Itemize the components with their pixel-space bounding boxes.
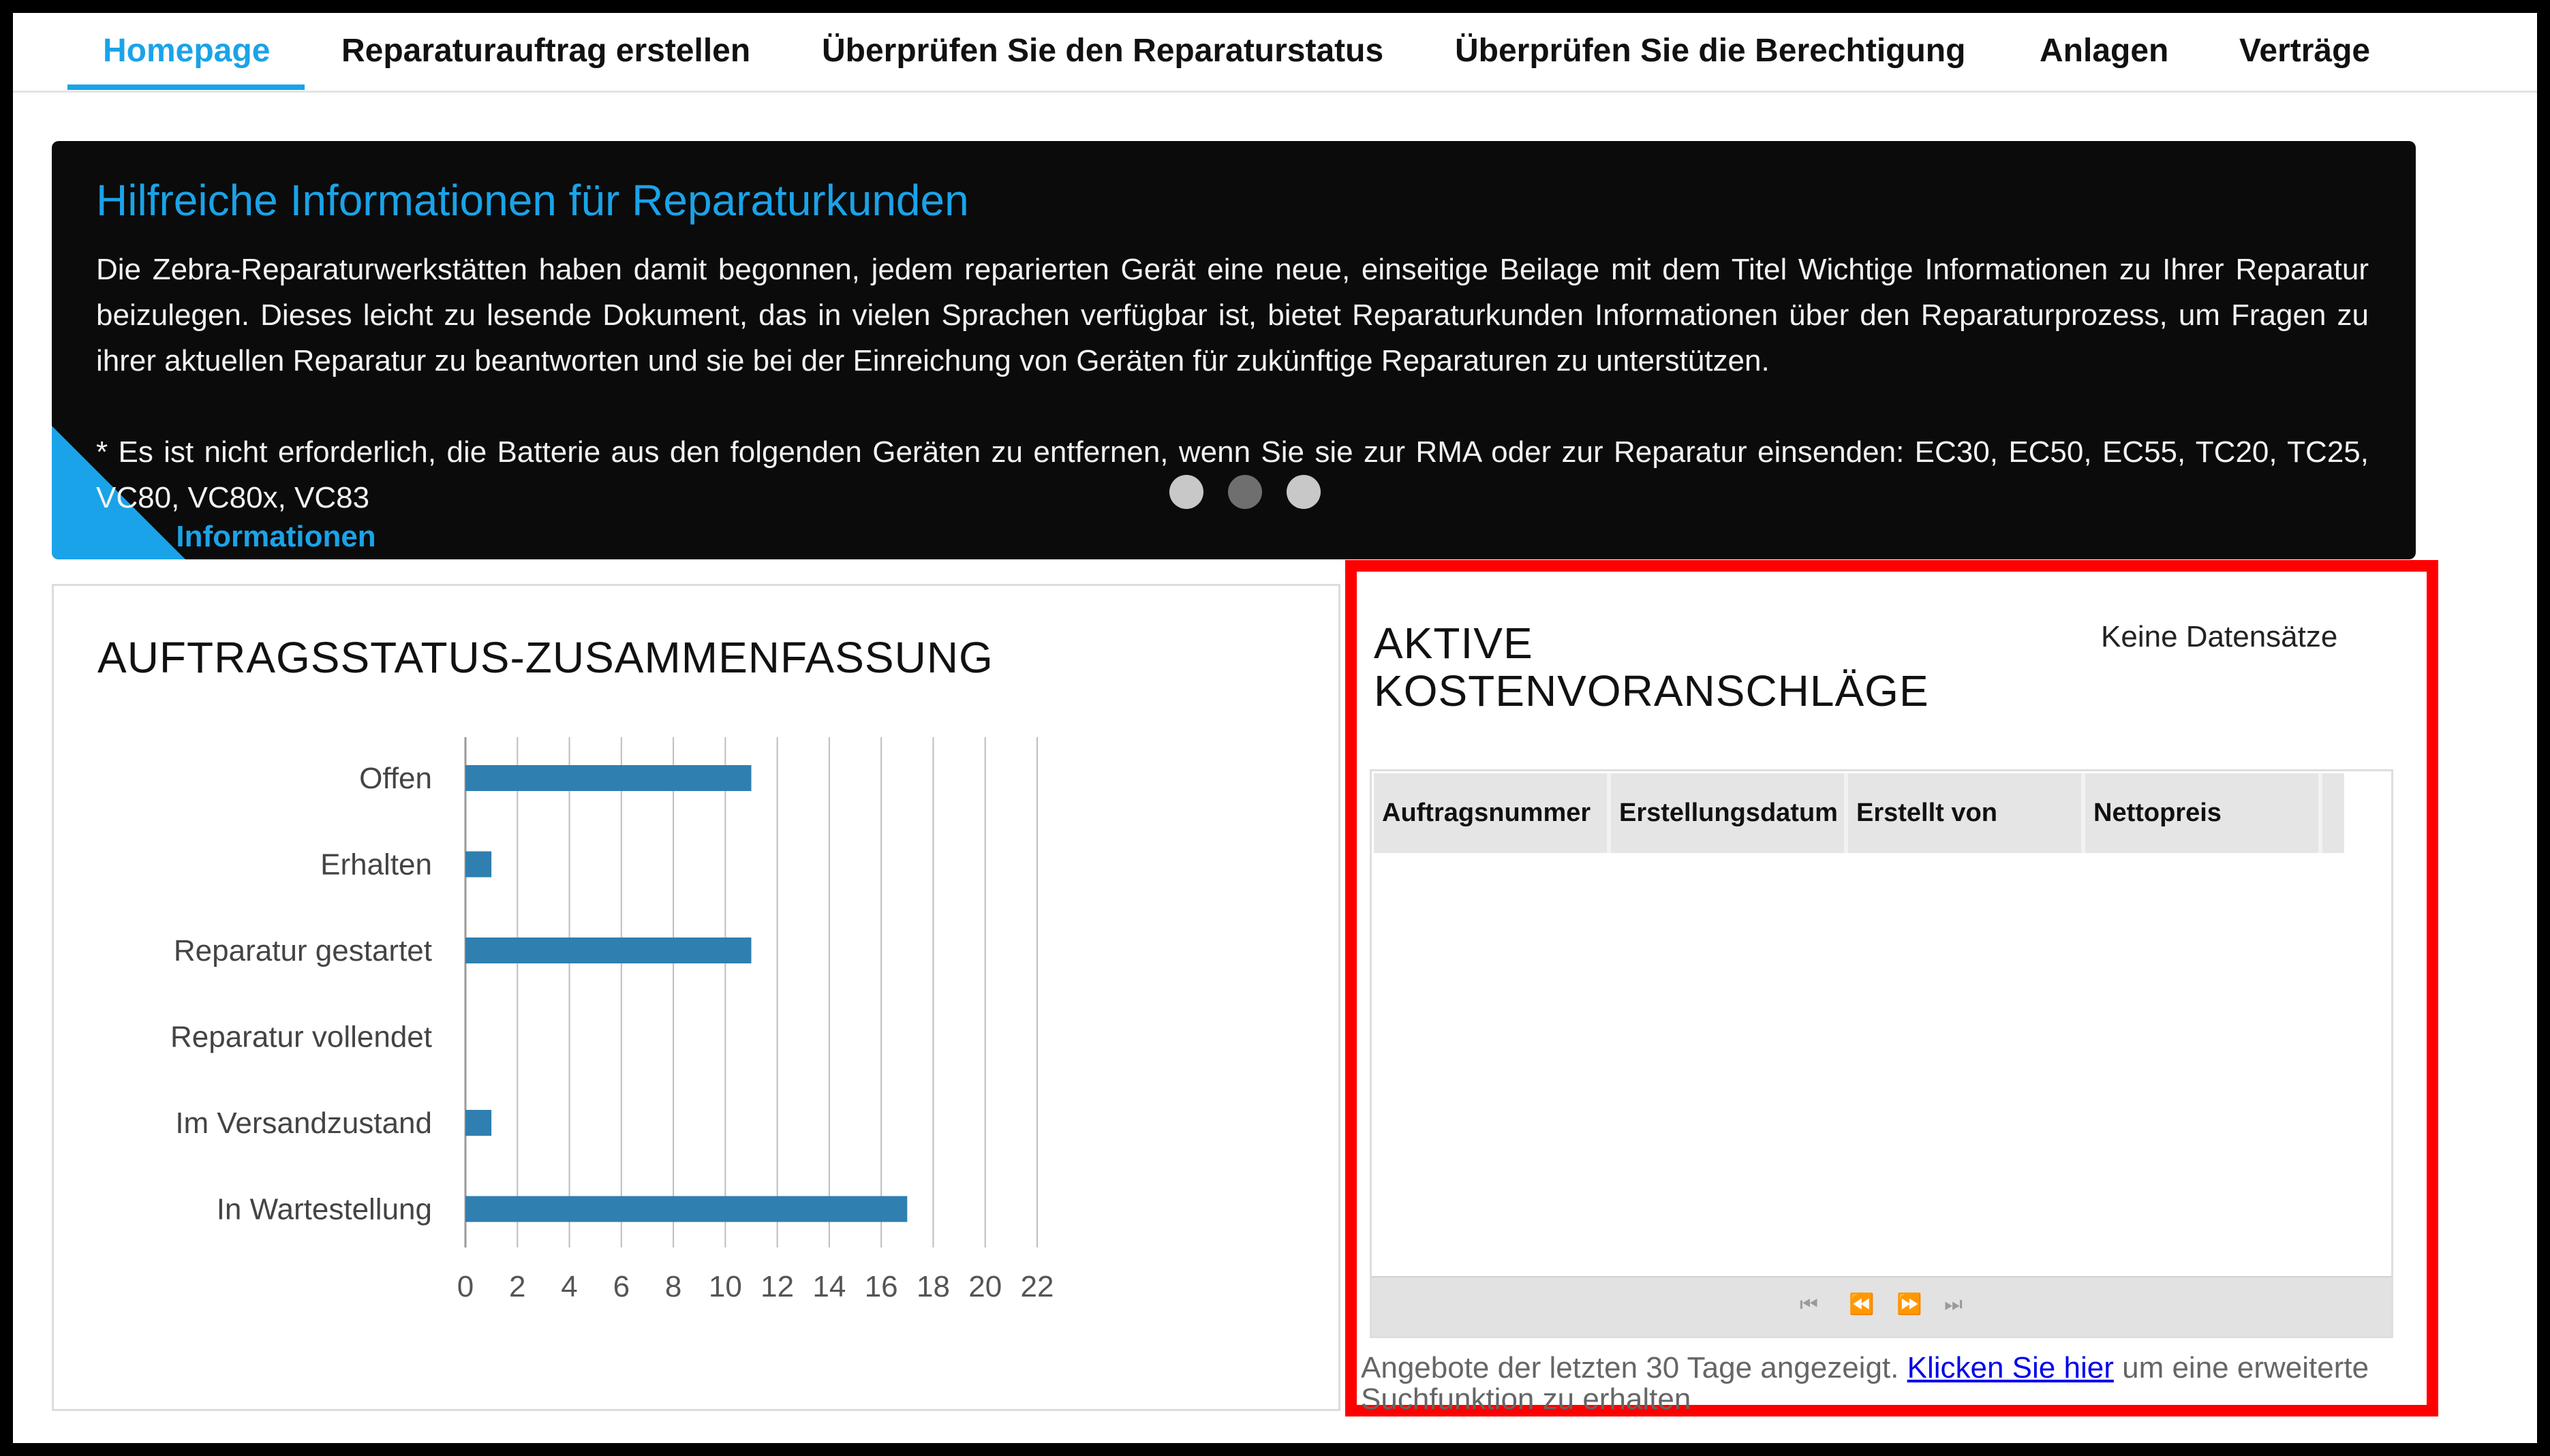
x-tick-label: 12 bbox=[761, 1270, 794, 1303]
info-banner: Hilfreiche Informationen für Reparaturku… bbox=[52, 141, 2416, 559]
table-pager: ⏮ ⏪ ⏩ ⏭ bbox=[1372, 1276, 2391, 1336]
chart-bar[interactable] bbox=[465, 765, 752, 791]
x-tick-label: 2 bbox=[509, 1270, 525, 1303]
last-page-icon[interactable]: ⏭ bbox=[1944, 1292, 1963, 1316]
column-header-created-by[interactable]: Erstellt von bbox=[1848, 773, 2085, 853]
x-tick-label: 16 bbox=[865, 1270, 898, 1303]
chart-bar[interactable] bbox=[465, 1110, 492, 1136]
chart-bar[interactable] bbox=[465, 938, 752, 963]
chart-bar[interactable] bbox=[465, 1196, 908, 1222]
chart-bar[interactable] bbox=[465, 851, 492, 878]
category-label: Reparatur gestartet bbox=[174, 934, 432, 967]
first-page-icon[interactable]: ⏮ bbox=[1800, 1292, 1818, 1316]
nav-item-check-entitlement[interactable]: Überprüfen Sie die Berechtigung bbox=[1455, 32, 1965, 69]
nav-item-homepage[interactable]: Homepage bbox=[103, 32, 270, 69]
column-header-order-number[interactable]: Auftragsnummer bbox=[1374, 773, 1611, 853]
nav-item-contracts[interactable]: Verträge bbox=[2239, 32, 2370, 69]
x-tick-label: 10 bbox=[709, 1270, 742, 1303]
x-tick-label: 18 bbox=[917, 1270, 950, 1303]
x-tick-label: 8 bbox=[665, 1270, 681, 1303]
nav-item-assets[interactable]: Anlagen bbox=[2040, 32, 2168, 69]
banner-battery-note: * Es ist nicht erforderlich, die Batteri… bbox=[96, 435, 2369, 514]
banner-more-info-link[interactable]: Mehr Informationen bbox=[96, 520, 375, 554]
column-header-created-date[interactable]: Erstellungsdatum bbox=[1611, 773, 1848, 853]
banner-body-text: Die Zebra-Reparaturwerkstätten haben dam… bbox=[96, 253, 2369, 377]
advanced-search-link[interactable]: Klicken Sie hier bbox=[1907, 1351, 2114, 1384]
x-tick-label: 6 bbox=[613, 1270, 630, 1303]
order-status-summary-panel: AUFTRAGSSTATUS-ZUSAMMENFASSUNG 0 2 4 6 8 10 12… bbox=[52, 584, 1340, 1411]
category-label: In Wartestellung bbox=[217, 1193, 432, 1226]
category-label: Reparatur vollendet bbox=[170, 1021, 432, 1054]
category-label: Offen bbox=[359, 762, 432, 795]
x-tick-label: 4 bbox=[561, 1270, 577, 1303]
x-tick-label: 0 bbox=[457, 1270, 474, 1303]
no-records-label: Keine Datensätze bbox=[2101, 620, 2338, 653]
estimates-table: Auftragsnummer Erstellungsdatum Erstellt… bbox=[1370, 769, 2393, 1338]
nav-item-create-repair-order[interactable]: Reparaturauftrag erstellen bbox=[341, 32, 750, 69]
page-frame: Homepage Reparaturauftrag erstellen Über… bbox=[13, 13, 2537, 1443]
nav-item-check-repair-status[interactable]: Überprüfen Sie den Reparaturstatus bbox=[822, 32, 1383, 69]
x-tick-label: 14 bbox=[812, 1270, 846, 1303]
active-estimates-panel: AKTIVE KOSTENVORANSCHLÄGE Keine Datensät… bbox=[1345, 560, 2438, 1416]
category-label: Im Versandzustand bbox=[175, 1106, 432, 1140]
table-header-row: Auftragsnummer Erstellungsdatum Erstellt… bbox=[1374, 773, 2344, 853]
banner-link-label[interactable]: Informationen bbox=[176, 520, 375, 553]
next-page-icon[interactable]: ⏩ bbox=[1896, 1292, 1922, 1316]
carousel-dot-2[interactable] bbox=[1228, 475, 1262, 509]
carousel-dot-3[interactable] bbox=[1287, 475, 1321, 509]
carousel-dot-1[interactable] bbox=[1169, 475, 1203, 509]
column-header-net-price[interactable]: Nettopreis bbox=[2085, 773, 2322, 853]
active-tab-indicator bbox=[67, 84, 305, 90]
x-tick-label: 22 bbox=[1021, 1270, 1054, 1303]
category-label: Erhalten bbox=[320, 848, 432, 882]
footnote-prefix: Angebote der letzten 30 Tage angezeigt. bbox=[1361, 1351, 1899, 1384]
x-tick-label: 20 bbox=[968, 1270, 1002, 1303]
estimates-title: AKTIVE KOSTENVORANSCHLÄGE bbox=[1374, 619, 1929, 715]
order-status-bar-chart: 0 2 4 6 8 10 12 14 16 18 20 22 Offen Erhalten Reparatu… bbox=[170, 737, 1054, 1303]
banner-title: Hilfreiche Informationen für Reparaturku… bbox=[96, 176, 969, 225]
top-navigation: Homepage Reparaturauftrag erstellen Über… bbox=[13, 13, 2537, 93]
estimates-footnote: Angebote der letzten 30 Tage angezeigt. … bbox=[1361, 1352, 2424, 1415]
prev-page-icon[interactable]: ⏪ bbox=[1849, 1292, 1874, 1316]
